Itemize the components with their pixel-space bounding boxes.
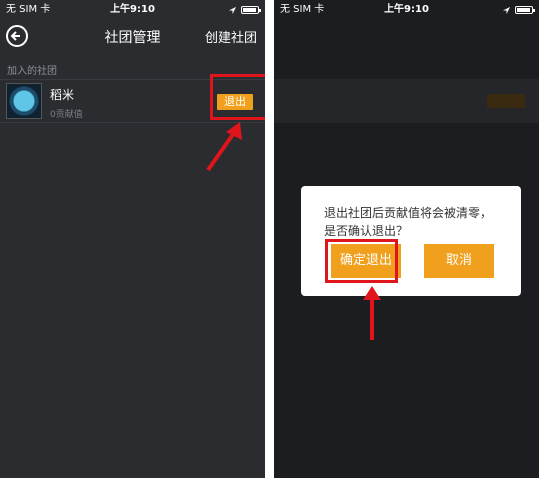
nav-bar: 社团管理 创建社团 — [0, 20, 265, 56]
pointer-arrow-icon — [363, 286, 381, 340]
cancel-button[interactable]: 取消 — [424, 244, 494, 278]
club-avatar — [6, 83, 42, 119]
joined-clubs-label: 加入的社团 — [7, 66, 57, 77]
location-icon — [502, 6, 511, 14]
club-contribution: 0贡献值 — [50, 110, 83, 118]
status-icons — [502, 0, 535, 20]
club-name: 稻米 — [50, 88, 75, 102]
left-phone-screen: 无 SIM 卡 上午9:10 社团管理 创建社团 加入的社团 稻米 0贡献值 退… — [0, 0, 265, 478]
dialog-message: 退出社团后贡献值将会被清零，是否确认退出？ — [324, 206, 493, 238]
right-phone-screen: 无 SIM 卡 上午9:10 退出社团后贡献值将会被清零，是否确认退出？ 确定退… — [274, 0, 539, 478]
dimmed-quit-button — [487, 94, 525, 108]
confirm-button-highlight — [325, 239, 398, 283]
battery-icon — [241, 6, 261, 14]
quit-button-highlight — [210, 74, 265, 120]
status-time: 上午9:10 — [110, 4, 155, 15]
status-time: 上午9:10 — [384, 4, 429, 15]
status-bar: 无 SIM 卡 上午9:10 — [0, 0, 265, 20]
status-bar: 无 SIM 卡 上午9:10 — [274, 0, 539, 20]
pointer-arrow-icon — [206, 122, 242, 172]
create-club-button[interactable]: 创建社团 — [205, 27, 257, 46]
location-icon — [228, 6, 237, 14]
battery-icon — [515, 6, 535, 14]
status-icons — [228, 0, 261, 20]
